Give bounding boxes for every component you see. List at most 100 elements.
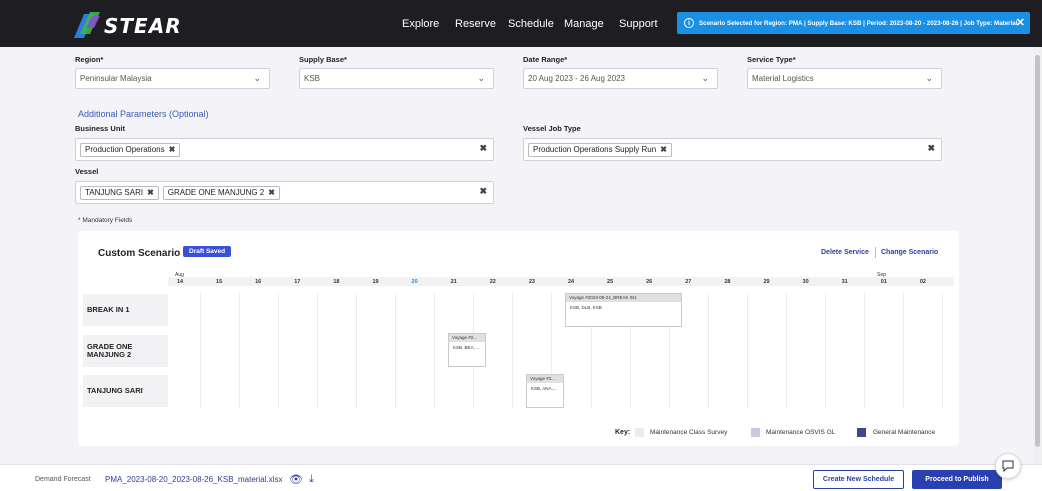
scenario-title: Custom Scenario: [98, 248, 181, 259]
grid-line: [277, 293, 279, 408]
chevron-down-icon: ⌄: [253, 73, 261, 83]
chat-icon: [1002, 460, 1014, 472]
supply-base-value: KSB: [304, 74, 321, 83]
vessel-tag: TANJUNG SARI ✖: [80, 185, 159, 200]
proceed-to-publish-button[interactable]: Proceed to Publish: [912, 470, 1002, 489]
change-scenario-link[interactable]: Change Scenario: [881, 249, 938, 256]
tag-label: Production Operations: [85, 145, 165, 154]
tag-label: TANJUNG SARI: [85, 188, 144, 197]
day-label: 14: [176, 279, 184, 285]
vessel-job-type-multiselect[interactable]: Production Operations Supply Run ✖ ✖: [523, 138, 942, 161]
legend-class-survey: Maintenance Class Survey: [650, 429, 728, 436]
mandatory-note: * Mandatory Fields: [78, 217, 133, 224]
clear-icon[interactable]: ✖: [479, 143, 487, 154]
clear-icon[interactable]: ✖: [927, 143, 935, 154]
grid-line: [395, 293, 397, 408]
day-label: 30: [802, 279, 809, 285]
service-type-select[interactable]: Material Logistics ⌄: [747, 68, 942, 89]
day-label: 19: [372, 279, 379, 285]
day-label: 16: [255, 279, 262, 285]
day-label: 24: [567, 279, 575, 285]
grid-line: [864, 293, 866, 408]
remove-tag-icon[interactable]: ✖: [169, 145, 176, 154]
clear-icon[interactable]: ✖: [479, 186, 487, 197]
scrollbar-thumb[interactable]: [1035, 55, 1040, 447]
business-unit-multiselect[interactable]: Production Operations ✖ ✖: [75, 138, 494, 161]
voyage-detail: KSB, BEA, ...: [453, 345, 480, 350]
region-value: Peninsular Malaysia: [80, 74, 152, 83]
create-new-schedule-button[interactable]: Create New Schedule: [813, 470, 904, 489]
nav-manage[interactable]: Manage: [564, 18, 604, 30]
region-label: Region*: [75, 55, 104, 64]
day-label: 27: [685, 279, 692, 285]
legend-swatch-class-survey: [635, 428, 644, 437]
nav-explore[interactable]: Explore: [402, 18, 439, 30]
legend-swatch-osvis: [751, 428, 760, 437]
remove-tag-icon[interactable]: ✖: [268, 188, 275, 197]
day-label: 26: [646, 279, 653, 285]
chat-button[interactable]: [995, 453, 1021, 479]
grid-line: [434, 293, 436, 408]
grid-line: [746, 293, 748, 408]
grid-line: [355, 293, 357, 408]
day-label: 01: [880, 279, 887, 285]
grid-line: [825, 293, 827, 408]
page-scrollbar[interactable]: [1033, 47, 1042, 464]
top-navigation-bar: STEAR Explore Reserve Schedule Manage Su…: [0, 0, 1042, 47]
eye-icon[interactable]: 👁: [289, 473, 303, 486]
service-type-label: Service Type*: [747, 55, 796, 64]
download-icon[interactable]: ⤓: [309, 473, 314, 486]
alert-text: Scenario Selected for Region: PMA | Supp…: [699, 19, 1018, 27]
grid-line: [512, 293, 514, 408]
footer-bar: Demand Forecast PMA_2023-08-20_2023-08-2…: [0, 464, 1042, 491]
date-range-select[interactable]: 20 Aug 2023 - 26 Aug 2023 ⌄: [523, 68, 718, 89]
vessel-tag: GRADE ONE MANJUNG 2 ✖: [162, 185, 280, 200]
day-label: 25: [607, 279, 614, 285]
remove-tag-icon[interactable]: ✖: [147, 188, 154, 197]
legend-osvis: Maintenance OSVIS GL: [766, 429, 836, 436]
supply-base-select[interactable]: KSB ⌄: [299, 68, 494, 89]
info-icon: i: [684, 18, 694, 28]
additional-parameters-title: Additional Parameters (Optional): [78, 109, 209, 119]
chevron-down-icon: ⌄: [701, 73, 709, 83]
chevron-down-icon: ⌄: [477, 73, 485, 83]
region-select[interactable]: Peninsular Malaysia ⌄: [75, 68, 270, 89]
voyage-block[interactable]: Voyage #2... KSB, ANA,...: [526, 374, 564, 408]
voyage-block[interactable]: Voyage #2023-08-24_BREAK IN1 KSB, DLB, K…: [565, 293, 682, 327]
brand-name[interactable]: STEAR: [104, 14, 182, 38]
delete-service-link[interactable]: Delete Service: [821, 249, 869, 256]
nav-reserve[interactable]: Reserve: [455, 18, 496, 30]
legend-key-label: Key:: [615, 429, 631, 436]
legend-swatch-general: [857, 428, 866, 437]
date-range-label: Date Range*: [523, 55, 568, 64]
day-label: 23: [528, 279, 535, 285]
grid-line: [238, 293, 240, 408]
grid-line: [316, 293, 318, 408]
grid-line: [199, 293, 201, 408]
vessel-job-type-label: Vessel Job Type: [523, 124, 581, 133]
remove-tag-icon[interactable]: ✖: [660, 145, 667, 154]
business-unit-tag: Production Operations ✖: [80, 142, 181, 157]
vessel-multiselect[interactable]: TANJUNG SARI ✖ GRADE ONE MANJUNG 2 ✖ ✖: [75, 181, 494, 204]
grid-line: [707, 293, 709, 408]
day-label: 29: [763, 279, 770, 285]
close-icon[interactable]: ✕: [1016, 16, 1025, 29]
nav-schedule[interactable]: Schedule: [508, 18, 554, 30]
voyage-block[interactable]: Voyage #2... KSB, BEA, ...: [448, 333, 486, 367]
row-label-break-in-1: BREAK IN 1: [83, 294, 168, 326]
demand-forecast-label: Demand Forecast: [35, 476, 91, 483]
forecast-file-link[interactable]: PMA_2023-08-20_2023-08-26_KSB_material.x…: [105, 475, 282, 484]
timeline-header: [168, 277, 954, 286]
supply-base-label: Supply Base*: [299, 55, 347, 64]
voyage-title: Voyage #2023-08-24_BREAK IN1: [566, 294, 681, 302]
grid-line: [903, 293, 905, 408]
chevron-down-icon: ⌄: [925, 73, 933, 83]
day-label: 28: [724, 279, 731, 285]
draft-saved-badge: Draft Saved: [183, 246, 232, 257]
row-label-grade-one-manjung-2: GRADE ONE MANJUNG 2: [83, 335, 168, 367]
voyage-detail: KSB, ANA,...: [531, 386, 557, 391]
day-label: 21: [450, 279, 457, 285]
nav-support[interactable]: Support: [619, 18, 658, 30]
link-divider: [875, 247, 876, 258]
scenario-alert: i Scenario Selected for Region: PMA | Su…: [677, 12, 1030, 34]
